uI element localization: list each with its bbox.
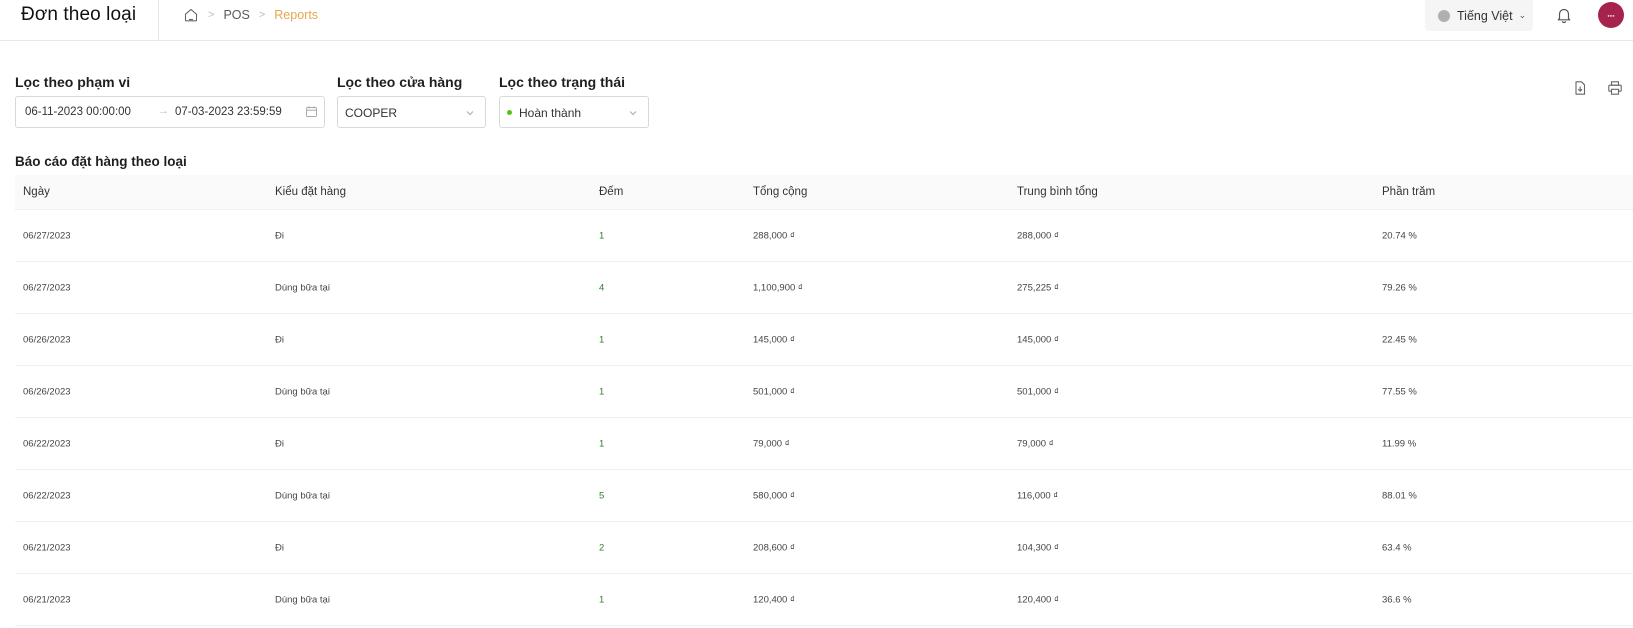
cell-percent: 79.26 % bbox=[1382, 282, 1417, 293]
language-flag-icon bbox=[1438, 9, 1450, 22]
table-row: 06/21/2023 Dùng bữa tại 1 120,400 ₫ 120,400 … bbox=[15, 574, 1633, 626]
breadcrumb-separator: > bbox=[208, 9, 215, 21]
report-title: Báo cáo đặt hàng theo loại bbox=[15, 154, 187, 169]
cell-total: 1,100,900 ₫ bbox=[753, 282, 803, 293]
table-header: Ngày Kiểu đặt hàng Đếm Tổng cộng Trung b… bbox=[15, 175, 1633, 210]
cell-date: 06/22/2023 bbox=[23, 438, 71, 449]
cell-percent: 63.4 % bbox=[1382, 542, 1412, 553]
date-range-picker[interactable]: 06-11-2023 00:00:00 → 07-03-2023 23:59:5… bbox=[15, 96, 325, 128]
table-body: 06/27/2023 Đi 1 288,000 ₫ 288,000 ₫ 20.74 % 06… bbox=[15, 210, 1633, 626]
cell-order-type: Đi bbox=[275, 542, 284, 553]
cell-average: 79,000 ₫ bbox=[1017, 438, 1054, 449]
range-start-input[interactable]: 06-11-2023 00:00:00 bbox=[25, 106, 131, 118]
cell-count: 1 bbox=[599, 438, 605, 449]
cell-count: 4 bbox=[599, 282, 605, 293]
cell-order-type: Dùng bữa tại bbox=[275, 594, 330, 605]
cell-average: 120,400 ₫ bbox=[1017, 594, 1059, 605]
cell-total: 501,000 ₫ bbox=[753, 386, 795, 397]
table-row: 06/21/2023 Đi 2 208,600 ₫ 104,300 ₫ 63.4 % bbox=[15, 522, 1633, 574]
column-header-total: Tổng cộng bbox=[753, 186, 808, 198]
column-header-date: Ngày bbox=[23, 186, 50, 198]
cell-order-type: Dùng bữa tại bbox=[275, 490, 330, 501]
cell-total: 79,000 ₫ bbox=[753, 438, 790, 449]
cell-order-type: Dùng bữa tại bbox=[275, 282, 330, 293]
avatar[interactable]: ●●● bbox=[1598, 2, 1624, 28]
cell-date: 06/21/2023 bbox=[23, 594, 71, 605]
calendar-icon bbox=[305, 105, 318, 118]
cell-percent: 22.45 % bbox=[1382, 334, 1417, 345]
cell-order-type: Dùng bữa tại bbox=[275, 386, 330, 397]
cell-date: 06/26/2023 bbox=[23, 386, 71, 397]
cell-date: 06/26/2023 bbox=[23, 334, 71, 345]
cell-date: 06/22/2023 bbox=[23, 490, 71, 501]
cell-percent: 36.6 % bbox=[1382, 594, 1412, 605]
chevron-down-icon bbox=[628, 107, 638, 117]
status-select[interactable]: Hoàn thành bbox=[499, 96, 649, 128]
cell-average: 501,000 ₫ bbox=[1017, 386, 1059, 397]
range-end-input[interactable]: 07-03-2023 23:59:59 bbox=[175, 106, 282, 118]
cell-count: 5 bbox=[599, 490, 605, 501]
cell-count: 1 bbox=[599, 594, 605, 605]
table-row: 06/22/2023 Dùng bữa tại 5 580,000 ₫ 116,000 … bbox=[15, 470, 1633, 522]
cell-percent: 20.74 % bbox=[1382, 230, 1417, 241]
store-select-value: COOPER bbox=[345, 106, 398, 120]
cell-total: 208,600 ₫ bbox=[753, 542, 795, 553]
cell-average: 104,300 ₫ bbox=[1017, 542, 1059, 553]
column-header-count: Đếm bbox=[599, 186, 624, 198]
chevron-down-icon: ⌄ bbox=[1518, 10, 1527, 20]
cell-total: 580,000 ₫ bbox=[753, 490, 795, 501]
breadcrumb-pos[interactable]: POS bbox=[223, 8, 249, 22]
language-label: Tiếng Việt bbox=[1457, 8, 1513, 23]
breadcrumb: > POS > Reports bbox=[183, 7, 318, 23]
table-row: 06/26/2023 Đi 1 145,000 ₫ 145,000 ₫ 22.45 % bbox=[15, 314, 1633, 366]
download-icon[interactable] bbox=[1572, 80, 1588, 96]
language-selector[interactable]: Tiếng Việt ⌄ bbox=[1425, 0, 1533, 31]
page-title: Đơn theo loại bbox=[21, 4, 137, 25]
header-divider bbox=[158, 0, 159, 40]
cell-average: 275,225 ₫ bbox=[1017, 282, 1059, 293]
status-dot bbox=[507, 110, 512, 116]
cell-count: 1 bbox=[599, 334, 605, 345]
cell-percent: 77.55 % bbox=[1382, 386, 1417, 397]
cell-order-type: Đi bbox=[275, 334, 284, 345]
cell-average: 145,000 ₫ bbox=[1017, 334, 1059, 345]
range-filter-label: Lọc theo phạm vi bbox=[15, 74, 131, 90]
table-row: 06/27/2023 Đi 1 288,000 ₫ 288,000 ₫ 20.74 % bbox=[15, 210, 1633, 262]
cell-count: 1 bbox=[599, 230, 605, 241]
cell-average: 288,000 ₫ bbox=[1017, 230, 1059, 241]
report-table: Ngày Kiểu đặt hàng Đếm Tổng cộng Trung b… bbox=[15, 175, 1633, 626]
cell-total: 288,000 ₫ bbox=[753, 230, 795, 241]
print-icon[interactable] bbox=[1607, 80, 1623, 96]
cell-date: 06/27/2023 bbox=[23, 282, 71, 293]
cell-date: 06/27/2023 bbox=[23, 230, 71, 241]
breadcrumb-reports[interactable]: Reports bbox=[274, 8, 318, 22]
cell-count: 2 bbox=[599, 542, 605, 553]
table-row: 06/27/2023 Dùng bữa tại 4 1,100,900 ₫ 275,22… bbox=[15, 262, 1633, 314]
top-header: Đơn theo loại > POS > Reports Tiếng Việt… bbox=[0, 0, 1633, 41]
cell-average: 116,000 ₫ bbox=[1017, 490, 1059, 501]
cell-order-type: Đi bbox=[275, 230, 284, 241]
arrow-right-icon: → bbox=[158, 105, 169, 117]
bell-icon[interactable] bbox=[1555, 6, 1573, 24]
column-header-type: Kiểu đặt hàng bbox=[275, 186, 346, 198]
column-header-percent: Phần trăm bbox=[1382, 186, 1436, 198]
home-icon[interactable] bbox=[183, 7, 199, 23]
table-row: 06/26/2023 Dùng bữa tại 1 501,000 ₫ 501,000 … bbox=[15, 366, 1633, 418]
table-row: 06/22/2023 Đi 1 79,000 ₫ 79,000 ₫ 11.99 % bbox=[15, 418, 1633, 470]
status-select-value: Hoàn thành bbox=[519, 106, 582, 120]
cell-date: 06/21/2023 bbox=[23, 542, 71, 553]
breadcrumb-separator: > bbox=[258, 9, 266, 21]
status-select-display: Hoàn thành bbox=[507, 106, 581, 120]
cell-total: 145,000 ₫ bbox=[753, 334, 795, 345]
status-filter-label: Lọc theo trạng thái bbox=[499, 74, 625, 90]
cell-order-type: Đi bbox=[275, 438, 284, 449]
chevron-down-icon bbox=[465, 107, 475, 117]
cell-total: 120,400 ₫ bbox=[753, 594, 795, 605]
column-header-average: Trung bình tổng bbox=[1017, 186, 1098, 198]
store-filter-label: Lọc theo cửa hàng bbox=[337, 74, 463, 90]
cell-percent: 88.01 % bbox=[1382, 490, 1417, 501]
cell-count: 1 bbox=[599, 386, 605, 397]
store-select[interactable]: COOPER bbox=[337, 96, 486, 128]
cell-percent: 11.99 % bbox=[1382, 438, 1417, 449]
